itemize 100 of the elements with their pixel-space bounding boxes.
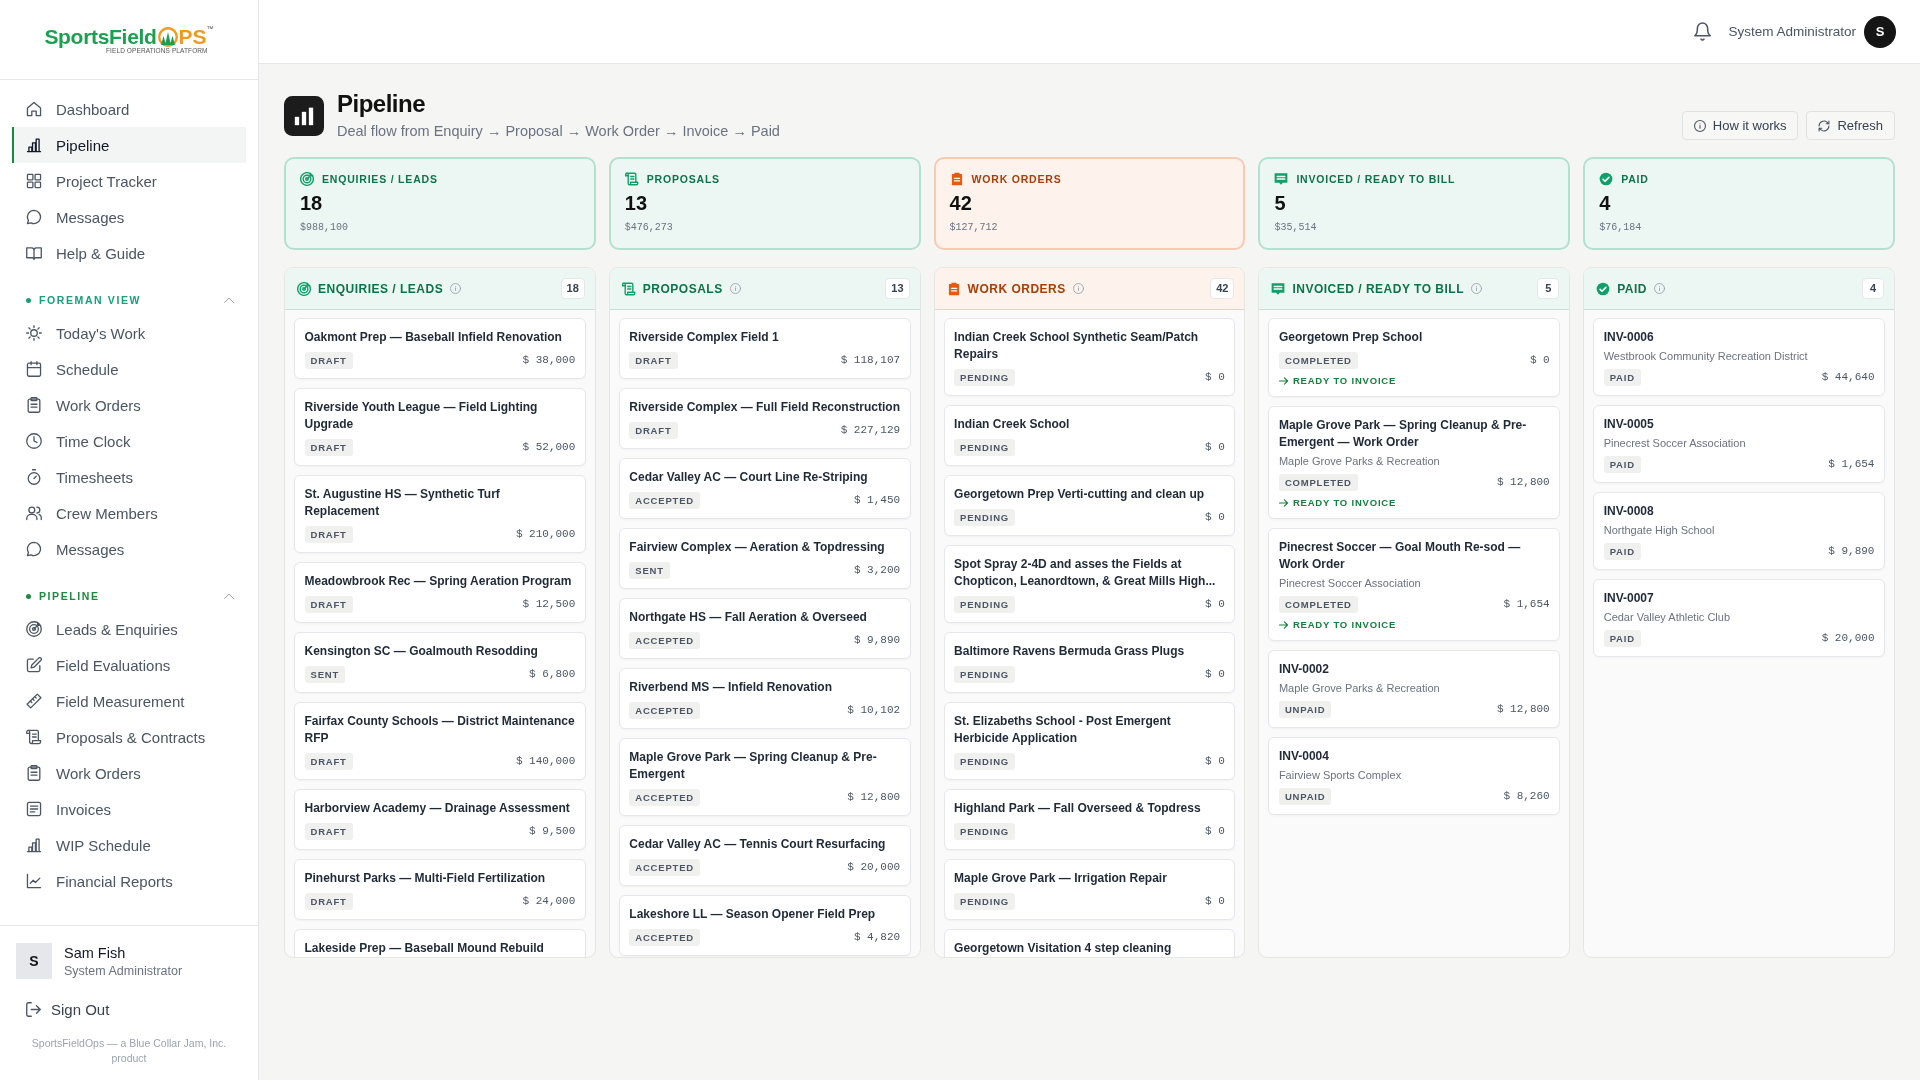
nav-item[interactable]: Help & Guide bbox=[12, 235, 246, 271]
status-badge: PENDING bbox=[954, 822, 1015, 840]
deal-card[interactable]: Georgetown Prep Verti-cutting and clean up PENDING $ 0 bbox=[943, 475, 1236, 536]
deal-card[interactable]: Meadowbrook Rec — Spring Aeration Program DRAFT $ 12,500 bbox=[294, 562, 586, 623]
status-badge: COMPLETED bbox=[1278, 595, 1358, 613]
deal-card[interactable]: Maple Grove Park — Spring Cleanup & Pre-Emergent ACCEPTED $ 12,800 bbox=[618, 738, 911, 816]
nav-item[interactable]: Dashboard bbox=[12, 91, 246, 127]
status-badge: PAID bbox=[1603, 542, 1641, 560]
deal-card[interactable]: INV-0002 Maple Grove Parks & Recreation UNPAID $ 12,800 bbox=[1268, 650, 1561, 728]
deal-card[interactable]: St. Augustine HS — Synthetic Turf Replacement DRAFT $ 210,000 bbox=[294, 475, 586, 553]
amount-text: $ 0 bbox=[1529, 354, 1550, 366]
deal-card[interactable]: Indian Creek School Synthetic Seam/Patch Repairs PENDING $ 0 bbox=[943, 318, 1236, 396]
deal-card[interactable]: St. Elizabeths School - Post Emergent Herbicide Application PENDING $ 0 bbox=[943, 702, 1236, 780]
deal-card[interactable]: Maple Grove Park — Spring Cleanup & Pre-Emergent — Work Order Maple Grove Parks & Recreation COMPLETED $ 12,800 READY TO INVOICE bbox=[1268, 406, 1561, 519]
nav-item[interactable]: Field Evaluations bbox=[12, 647, 246, 683]
chat-bubble-icon bbox=[26, 541, 42, 557]
client-name: Maple Grove Parks & Recreation bbox=[1278, 454, 1441, 468]
deal-card[interactable]: Pinehurst Parks — Multi-Field Fertilization DRAFT $ 24,000 bbox=[294, 859, 586, 920]
ready-to-invoice-link[interactable]: READY TO INVOICE bbox=[1278, 375, 1397, 387]
info-icon[interactable] bbox=[1470, 283, 1482, 294]
deal-card[interactable]: Harborview Academy — Drainage Assessment DRAFT $ 9,500 bbox=[294, 789, 586, 850]
nav-item[interactable]: Messages bbox=[12, 199, 246, 235]
ready-to-invoice-link[interactable]: READY TO INVOICE bbox=[1278, 619, 1397, 631]
amount-text: $ 4,820 bbox=[853, 931, 901, 943]
clipboard-icon bbox=[26, 397, 42, 413]
deal-card[interactable]: INV-0007 Cedar Valley Athletic Club PAID $ 20,000 bbox=[1593, 579, 1885, 657]
calendar-icon bbox=[26, 361, 42, 377]
deal-card[interactable]: INV-0005 Pinecrest Soccer Association PAID $ 1,654 bbox=[1593, 405, 1885, 483]
card-title: St. Elizabeths School - Post Emergent Herbicide Application bbox=[954, 713, 1172, 747]
nav-item[interactable]: WIP Schedule bbox=[12, 827, 246, 863]
section-header[interactable]: PIPELINE bbox=[12, 581, 246, 611]
deal-card[interactable]: Maple Grove Park — Irrigation Repair PENDING $ 0 bbox=[943, 859, 1236, 920]
deal-card[interactable]: Oakmont Prep — Baseball Infield Renovation DRAFT $ 38,000 bbox=[294, 318, 586, 379]
nav-item[interactable]: Field Measurement bbox=[12, 683, 246, 719]
deal-card[interactable]: Baltimore Ravens Bermuda Grass Plugs PENDING $ 0 bbox=[943, 632, 1236, 693]
nav-item[interactable]: Work Orders bbox=[12, 755, 246, 791]
ready-to-invoice-link[interactable]: READY TO INVOICE bbox=[1278, 497, 1397, 509]
card-title: INV-0004 bbox=[1278, 748, 1330, 765]
deal-card[interactable]: INV-0004 Fairview Sports Complex UNPAID $ 8,260 bbox=[1268, 737, 1561, 815]
amount-text: $ 0 bbox=[1205, 441, 1225, 453]
nav-item[interactable]: Proposals & Contracts bbox=[12, 719, 246, 755]
deal-card[interactable]: INV-0006 Westbrook Community Recreation District PAID $ 44,640 bbox=[1593, 318, 1885, 396]
sign-out-button[interactable]: Sign Out bbox=[16, 995, 120, 1023]
sign-out-icon bbox=[26, 1001, 41, 1017]
deal-card[interactable]: Northgate HS — Fall Aeration & Overseed ACCEPTED $ 9,890 bbox=[618, 598, 911, 659]
nav-item[interactable]: Today's Work bbox=[12, 315, 246, 351]
nav-item[interactable]: Leads & Enquiries bbox=[12, 611, 246, 647]
amount-text: $ 9,890 bbox=[1828, 545, 1875, 557]
nav-item[interactable]: Time Clock bbox=[12, 423, 246, 459]
nav-item[interactable]: Messages bbox=[12, 531, 246, 567]
deal-card[interactable]: Lakeshore LL — Season Opener Field Prep ACCEPTED $ 4,820 bbox=[618, 895, 911, 956]
column-title: WORK ORDERS bbox=[967, 281, 1066, 296]
deal-card[interactable]: Fairfax County Schools — District Maintenance RFP DRAFT $ 140,000 bbox=[294, 702, 586, 780]
card-title: Maple Grove Park — Spring Cleanup & Pre-Emergent — Work Order bbox=[1278, 417, 1528, 451]
nav-item[interactable]: Financial Reports bbox=[12, 863, 246, 899]
amount-text: $ 1,450 bbox=[853, 494, 901, 506]
amount-text: $ 44,640 bbox=[1821, 371, 1875, 383]
status-badge: ACCEPTED bbox=[629, 491, 700, 509]
deal-card[interactable]: Cedar Valley AC — Court Line Re-Striping ACCEPTED $ 1,450 bbox=[618, 458, 911, 519]
nav-item[interactable]: Pipeline bbox=[12, 127, 246, 163]
deal-card[interactable]: Georgetown Prep School COMPLETED $ 0 READY TO INVOICE bbox=[1268, 318, 1561, 397]
deal-card[interactable]: Kensington SC — Goalmouth Resodding SENT $ 6,800 bbox=[294, 632, 586, 693]
column-title: ENQUIRIES / LEADS bbox=[318, 281, 444, 296]
nav-item[interactable]: Work Orders bbox=[12, 387, 246, 423]
deal-card[interactable]: Lakeside Prep — Baseball Mound Rebuild bbox=[294, 929, 586, 957]
deal-card[interactable]: Riverside Youth League — Field Lighting Upgrade DRAFT $ 52,000 bbox=[294, 388, 586, 466]
how-it-works-button[interactable]: How it works bbox=[1681, 111, 1799, 140]
info-icon[interactable] bbox=[1072, 283, 1084, 294]
deal-card[interactable]: Highland Park — Fall Overseed & Topdress PENDING $ 0 bbox=[943, 789, 1236, 850]
deal-card[interactable]: Cedar Valley AC — Tennis Court Resurfacing ACCEPTED $ 20,000 bbox=[618, 825, 911, 886]
amount-text: $ 12,800 bbox=[1496, 476, 1550, 488]
nav-item[interactable]: Invoices bbox=[12, 791, 246, 827]
deal-card[interactable]: Riverside Complex Field 1 DRAFT $ 118,107 bbox=[618, 318, 911, 379]
refresh-button[interactable]: Refresh bbox=[1806, 111, 1895, 140]
deal-card[interactable]: Spot Spray 2-4D and asses the Fields at Chopticon, Leanordtown, & Great Mills High... PENDING $ 0 bbox=[943, 545, 1236, 623]
card-title: Indian Creek School bbox=[954, 416, 1071, 433]
nav-item[interactable]: Schedule bbox=[12, 351, 246, 387]
deal-card[interactable]: Riverside Complex — Full Field Reconstruction DRAFT $ 227,129 bbox=[618, 388, 911, 449]
deal-card[interactable]: Georgetown Visitation 4 step cleaning bbox=[943, 929, 1236, 957]
deal-card[interactable]: Fairview Complex — Aeration & Topdressing SENT $ 3,200 bbox=[618, 528, 911, 589]
info-icon[interactable] bbox=[729, 283, 741, 294]
deal-card[interactable]: Indian Creek School PENDING $ 0 bbox=[943, 405, 1236, 466]
deal-card[interactable]: INV-0008 Northgate High School PAID $ 9,890 bbox=[1593, 492, 1885, 570]
info-icon[interactable] bbox=[450, 283, 462, 294]
nav-item[interactable]: Crew Members bbox=[12, 495, 246, 531]
deal-card[interactable]: Riverbend MS — Infield Renovation ACCEPTED $ 10,102 bbox=[618, 668, 911, 729]
receipt-icon bbox=[26, 801, 42, 817]
amount-text: $ 1,654 bbox=[1503, 598, 1550, 610]
nav-item[interactable]: Timesheets bbox=[12, 459, 246, 495]
card-title: Harborview Academy — Drainage Assessment bbox=[304, 800, 571, 817]
user-avatar[interactable]: S bbox=[1864, 15, 1896, 48]
card-title: Fairview Complex — Aeration & Topdressing bbox=[629, 539, 886, 556]
status-badge: PENDING bbox=[954, 752, 1015, 770]
bell-icon[interactable] bbox=[1694, 22, 1712, 41]
nav-item[interactable]: Project Tracker bbox=[12, 163, 246, 199]
client-name: Maple Grove Parks & Recreation bbox=[1278, 681, 1441, 695]
client-name: Cedar Valley Athletic Club bbox=[1603, 610, 1732, 624]
status-badge: DRAFT bbox=[304, 892, 353, 910]
deal-card[interactable]: Pinecrest Soccer — Goal Mouth Re-sod — Work Order Pinecrest Soccer Association COMPLETED $ 1,654 READY TO INVOICE bbox=[1268, 528, 1561, 641]
info-icon[interactable] bbox=[1653, 283, 1665, 294]
